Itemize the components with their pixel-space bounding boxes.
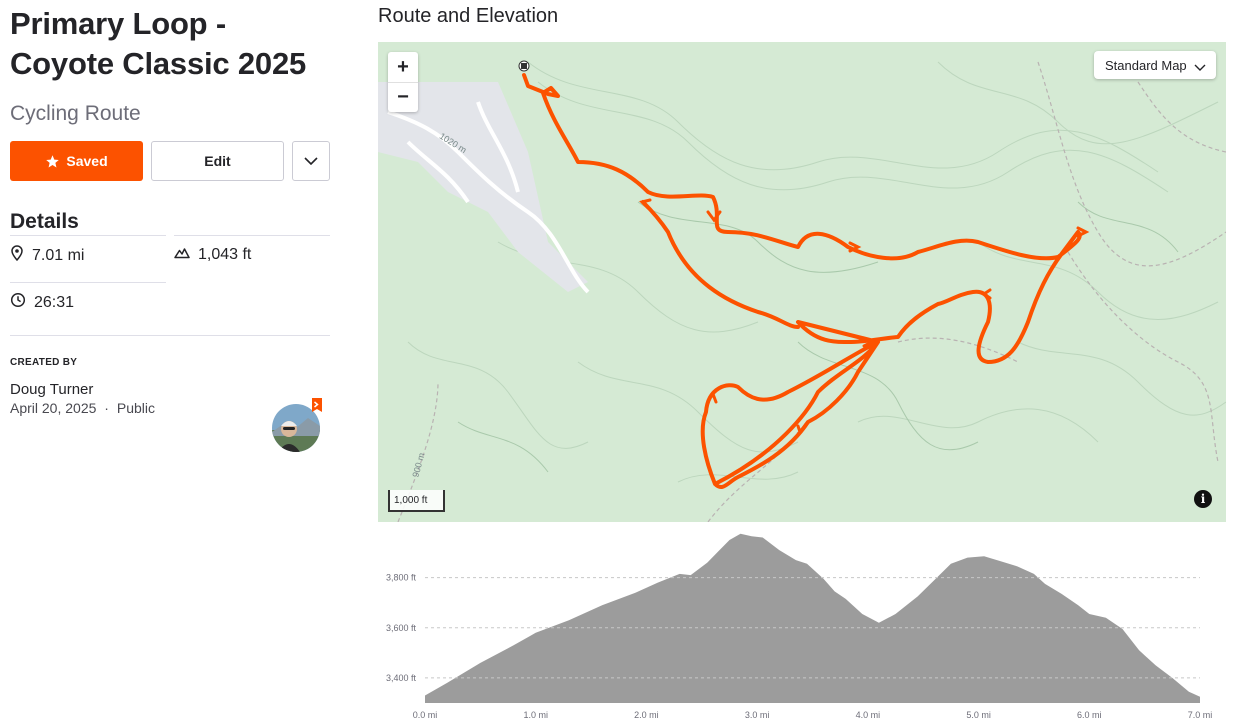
x-tick-label: 7.0 mi <box>1188 710 1213 720</box>
route-actions: Saved Edit <box>10 141 330 181</box>
stat-elevation-value: 1,043 ft <box>198 245 252 263</box>
x-tick-label: 4.0 mi <box>856 710 881 720</box>
divider <box>10 335 330 336</box>
x-tick-label: 3.0 mi <box>745 710 770 720</box>
chevron-down-icon <box>304 152 318 170</box>
divider <box>10 282 166 283</box>
section-title: Route and Elevation <box>378 5 559 27</box>
route-start-marker <box>518 60 530 72</box>
location-pin-icon <box>10 245 32 266</box>
details-heading: Details <box>10 210 79 233</box>
divider <box>174 235 330 236</box>
stat-distance: 7.01 mi <box>10 245 84 266</box>
zoom-in-button[interactable]: + <box>388 52 418 82</box>
map-scale: 1,000 ft <box>388 490 445 512</box>
visibility: Public <box>116 400 155 416</box>
route-map[interactable]: 1020 m 900 m + − Standard Map 1,000 ft i <box>378 42 1226 522</box>
route-title: Primary Loop - Coyote Classic 2025 <box>10 6 307 81</box>
star-icon <box>45 154 60 169</box>
x-tick-label: 1.0 mi <box>523 710 548 720</box>
map-type-value: Standard Map <box>1105 57 1187 73</box>
y-tick-label: 3,400 ft <box>386 673 417 683</box>
y-tick-label: 3,800 ft <box>386 573 417 583</box>
route-stats: 7.01 mi 1,043 ft 26:31 <box>10 235 330 345</box>
created-by-label: CREATED BY <box>10 357 78 368</box>
route-sidebar: Primary Loop - Coyote Classic 2025 Cycli… <box>10 0 330 416</box>
zoom-out-button[interactable]: − <box>388 82 418 112</box>
subscriber-badge-icon <box>310 398 324 414</box>
stat-time-value: 26:31 <box>34 293 75 311</box>
stat-time: 26:31 <box>10 292 74 313</box>
mountain-icon <box>174 245 198 264</box>
info-icon[interactable]: i <box>1194 490 1212 508</box>
map-type-select[interactable]: Standard Map <box>1094 51 1216 79</box>
map-terrain <box>378 60 1226 522</box>
x-tick-label: 5.0 mi <box>966 710 991 720</box>
clock-icon <box>10 292 34 313</box>
elevation-chart[interactable]: 3,400 ft 3,600 ft 3,800 ft 0.0 mi 1.0 mi 2.0 … <box>378 530 1226 723</box>
stat-distance-value: 7.01 mi <box>32 246 85 264</box>
stat-elevation: 1,043 ft <box>174 245 251 264</box>
divider <box>10 235 166 236</box>
saved-button-label: Saved <box>66 153 108 169</box>
x-tick-label: 2.0 mi <box>634 710 659 720</box>
chevron-down-icon <box>1194 60 1206 75</box>
route-type: Cycling Route <box>10 102 141 125</box>
zoom-controls: + − <box>388 52 418 112</box>
creator-name[interactable]: Doug Turner <box>10 381 330 398</box>
x-tick-label: 0.0 mi <box>413 710 438 720</box>
x-tick-label: 6.0 mi <box>1077 710 1102 720</box>
y-tick-label: 3,600 ft <box>386 623 417 633</box>
more-actions-button[interactable] <box>292 141 330 181</box>
meta-separator: · <box>104 400 109 416</box>
edit-button[interactable]: Edit <box>151 141 284 181</box>
created-date: April 20, 2025 <box>10 400 97 416</box>
saved-button[interactable]: Saved <box>10 141 143 181</box>
